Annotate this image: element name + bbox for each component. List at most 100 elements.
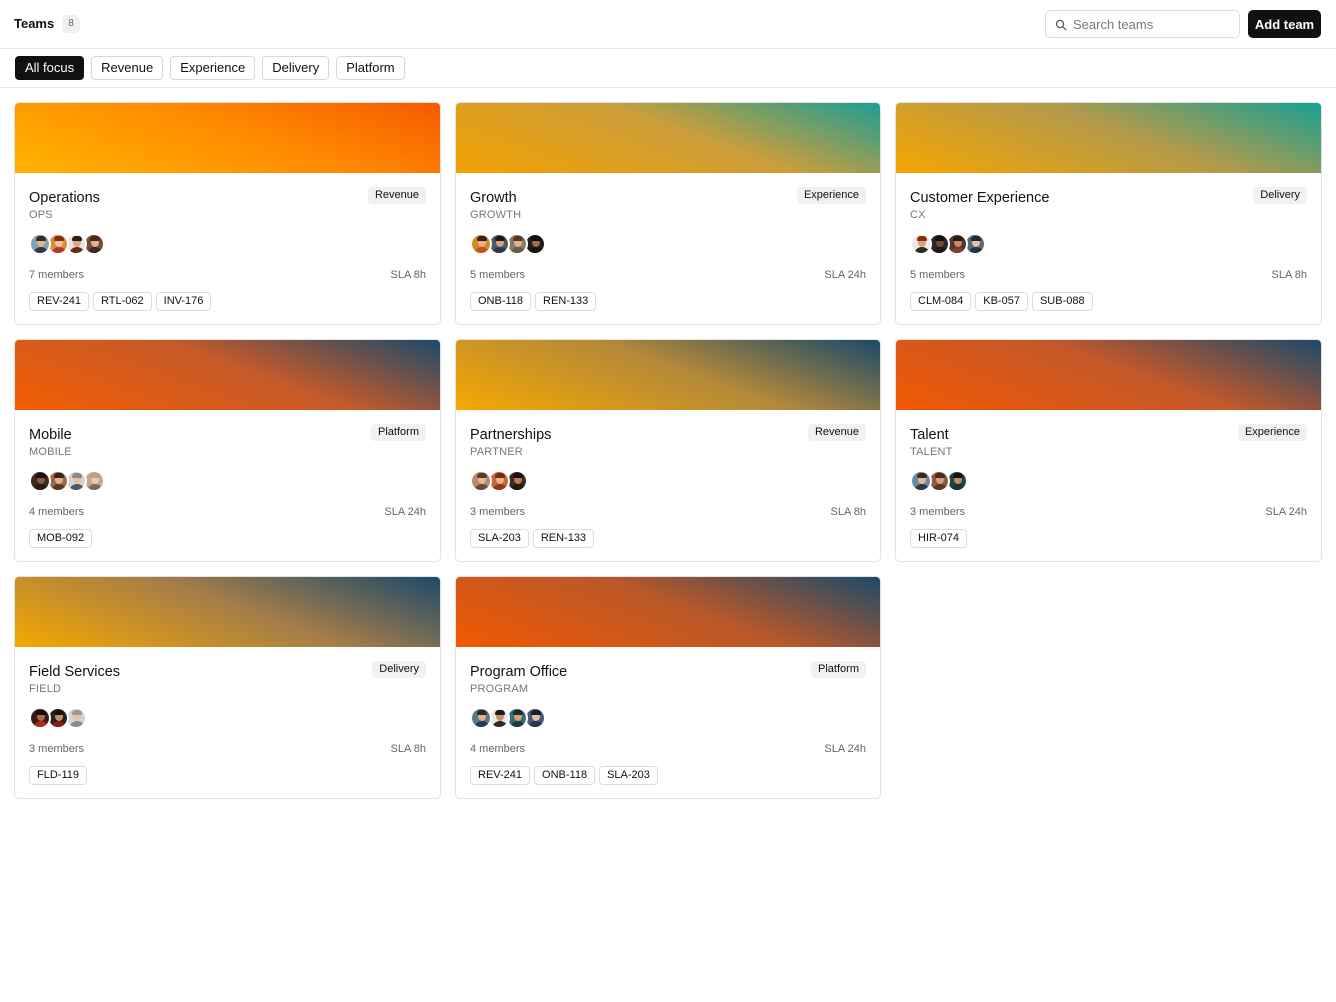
team-code: FIELD (29, 683, 62, 695)
focus-badge: Delivery (1253, 187, 1307, 204)
member-avatars (470, 470, 528, 492)
team-card[interactable]: Field Services FIELD Delivery 3 members SLA … (14, 576, 441, 799)
team-card-body: Talent TALENT Experience 3 members SLA 24h HI… (910, 410, 1307, 561)
team-card[interactable]: Talent TALENT Experience 3 members SLA 24h HI… (895, 339, 1322, 562)
member-avatars (29, 707, 87, 729)
ticket-tags: REV-241 ONB-118 SLA-203 (470, 766, 658, 785)
ticket-tag[interactable]: ONB-118 (534, 766, 596, 785)
focus-badge: Experience (1237, 424, 1307, 441)
focus-badge: Revenue (807, 424, 866, 441)
ticket-tag[interactable]: FLD-119 (29, 766, 87, 785)
team-card[interactable]: Operations OPS Revenue 7 members SLA 8h REV-2… (14, 102, 441, 325)
sla-label: SLA 8h (1271, 269, 1307, 281)
ticket-tag[interactable]: KB-057 (975, 292, 1028, 311)
ticket-tag[interactable]: HIR-074 (910, 529, 967, 548)
team-card[interactable]: Mobile MOBILE Platform 4 members SLA 24h MOB-… (14, 339, 441, 562)
team-card[interactable]: Partnerships PARTNER Revenue 3 members SLA 8… (455, 339, 881, 562)
search-input[interactable] (1073, 14, 1233, 34)
member-avatars (29, 233, 105, 255)
team-code: OPS (29, 209, 53, 221)
team-name: Operations (29, 190, 100, 206)
team-cover (15, 103, 440, 173)
ticket-tag[interactable]: INV-176 (155, 292, 212, 311)
focus-filter-bar: All focus Revenue Experience Delivery Platfo… (0, 49, 1336, 88)
ticket-tag[interactable]: CLM-084 (910, 292, 972, 311)
member-count: 4 members (29, 506, 85, 518)
sla-label: SLA 8h (830, 506, 866, 518)
ticket-tag[interactable]: REN-133 (532, 529, 595, 548)
member-avatars (910, 470, 968, 492)
team-name: Customer Experience (910, 190, 1050, 206)
avatar[interactable] (29, 470, 51, 492)
team-card[interactable]: Program Office PROGRAM Platform 4 members SL… (455, 576, 881, 799)
focus-badge: Delivery (372, 661, 426, 678)
member-avatars (470, 707, 546, 729)
team-card[interactable]: Growth GROWTH Experience 5 members SLA 24h ON… (455, 102, 881, 325)
team-card-body: Program Office PROGRAM Platform 4 members SL… (470, 647, 866, 798)
filter-chips: All focus Revenue Experience Delivery Platfo… (15, 56, 405, 80)
sla-label: SLA 24h (824, 743, 866, 755)
focus-badge: Experience (796, 187, 866, 204)
avatar[interactable] (29, 707, 51, 729)
filter-chip-revenue[interactable]: Revenue (91, 56, 164, 80)
filter-chip-experience[interactable]: Experience (170, 56, 256, 80)
ticket-tag[interactable]: ONB-118 (470, 292, 532, 311)
team-name: Talent (910, 427, 949, 443)
team-card-body: Growth GROWTH Experience 5 members SLA 24h ON… (470, 173, 866, 324)
page-title: Teams (14, 16, 55, 31)
sla-label: SLA 8h (390, 269, 426, 281)
sla-label: SLA 24h (384, 506, 426, 518)
filter-chip-delivery[interactable]: Delivery (262, 56, 330, 80)
ticket-tags: HIR-074 (910, 529, 967, 548)
member-count: 5 members (910, 269, 966, 281)
team-name: Program Office (470, 664, 568, 680)
avatar[interactable] (470, 470, 492, 492)
focus-badge: Platform (371, 424, 426, 441)
member-count: 7 members (29, 269, 85, 281)
team-code: TALENT (910, 446, 953, 458)
team-grid: Operations OPS Revenue 7 members SLA 8h REV-2… (14, 102, 1322, 799)
team-cover (456, 103, 880, 173)
team-name: Field Services (29, 664, 121, 680)
team-name: Mobile (29, 427, 72, 443)
ticket-tag[interactable]: SUB-088 (1031, 292, 1093, 311)
member-count: 4 members (470, 743, 526, 755)
add-team-button[interactable]: Add team (1248, 10, 1321, 38)
member-avatars (29, 470, 105, 492)
ticket-tag[interactable]: SLA-203 (470, 529, 529, 548)
team-name: Growth (470, 190, 517, 206)
ticket-tag[interactable]: REV-241 (470, 766, 531, 785)
ticket-tag[interactable]: REN-133 (535, 292, 597, 311)
team-card-body: Partnerships PARTNER Revenue 3 members SLA 8… (470, 410, 866, 561)
avatar[interactable] (910, 233, 932, 255)
team-cover (15, 577, 440, 647)
avatar[interactable] (29, 233, 51, 255)
ticket-tag[interactable]: RTL-062 (93, 292, 152, 311)
ticket-tag[interactable]: MOB-092 (29, 529, 93, 548)
sla-label: SLA 24h (1265, 506, 1307, 518)
search-box[interactable] (1045, 10, 1240, 38)
ticket-tag[interactable]: REV-241 (29, 292, 90, 311)
avatar[interactable] (470, 707, 492, 729)
filter-chip-all-focus[interactable]: All focus (15, 56, 85, 80)
search-icon (1055, 19, 1067, 31)
team-card-body: Mobile MOBILE Platform 4 members SLA 24h MOB-… (29, 410, 426, 561)
avatar[interactable] (470, 233, 492, 255)
team-code: CX (910, 209, 926, 221)
team-code: PROGRAM (470, 683, 529, 695)
filter-chip-platform[interactable]: Platform (336, 56, 405, 80)
avatar[interactable] (910, 470, 932, 492)
ticket-tags: CLM-084 KB-057 SUB-088 (910, 292, 1093, 311)
ticket-tags: MOB-092 (29, 529, 93, 548)
ticket-tags: SLA-203 REN-133 (470, 529, 595, 548)
team-cover (456, 577, 880, 647)
team-cover (456, 340, 880, 410)
team-code: MOBILE (29, 446, 72, 458)
focus-badge: Revenue (367, 187, 426, 204)
ticket-tags: ONB-118 REN-133 (470, 292, 597, 311)
member-avatars (910, 233, 986, 255)
team-card-body: Operations OPS Revenue 7 members SLA 8h REV-2… (29, 173, 426, 324)
sla-label: SLA 8h (390, 743, 426, 755)
team-card[interactable]: Customer Experience CX Delivery 5 members SL… (895, 102, 1322, 325)
ticket-tag[interactable]: SLA-203 (599, 766, 658, 785)
